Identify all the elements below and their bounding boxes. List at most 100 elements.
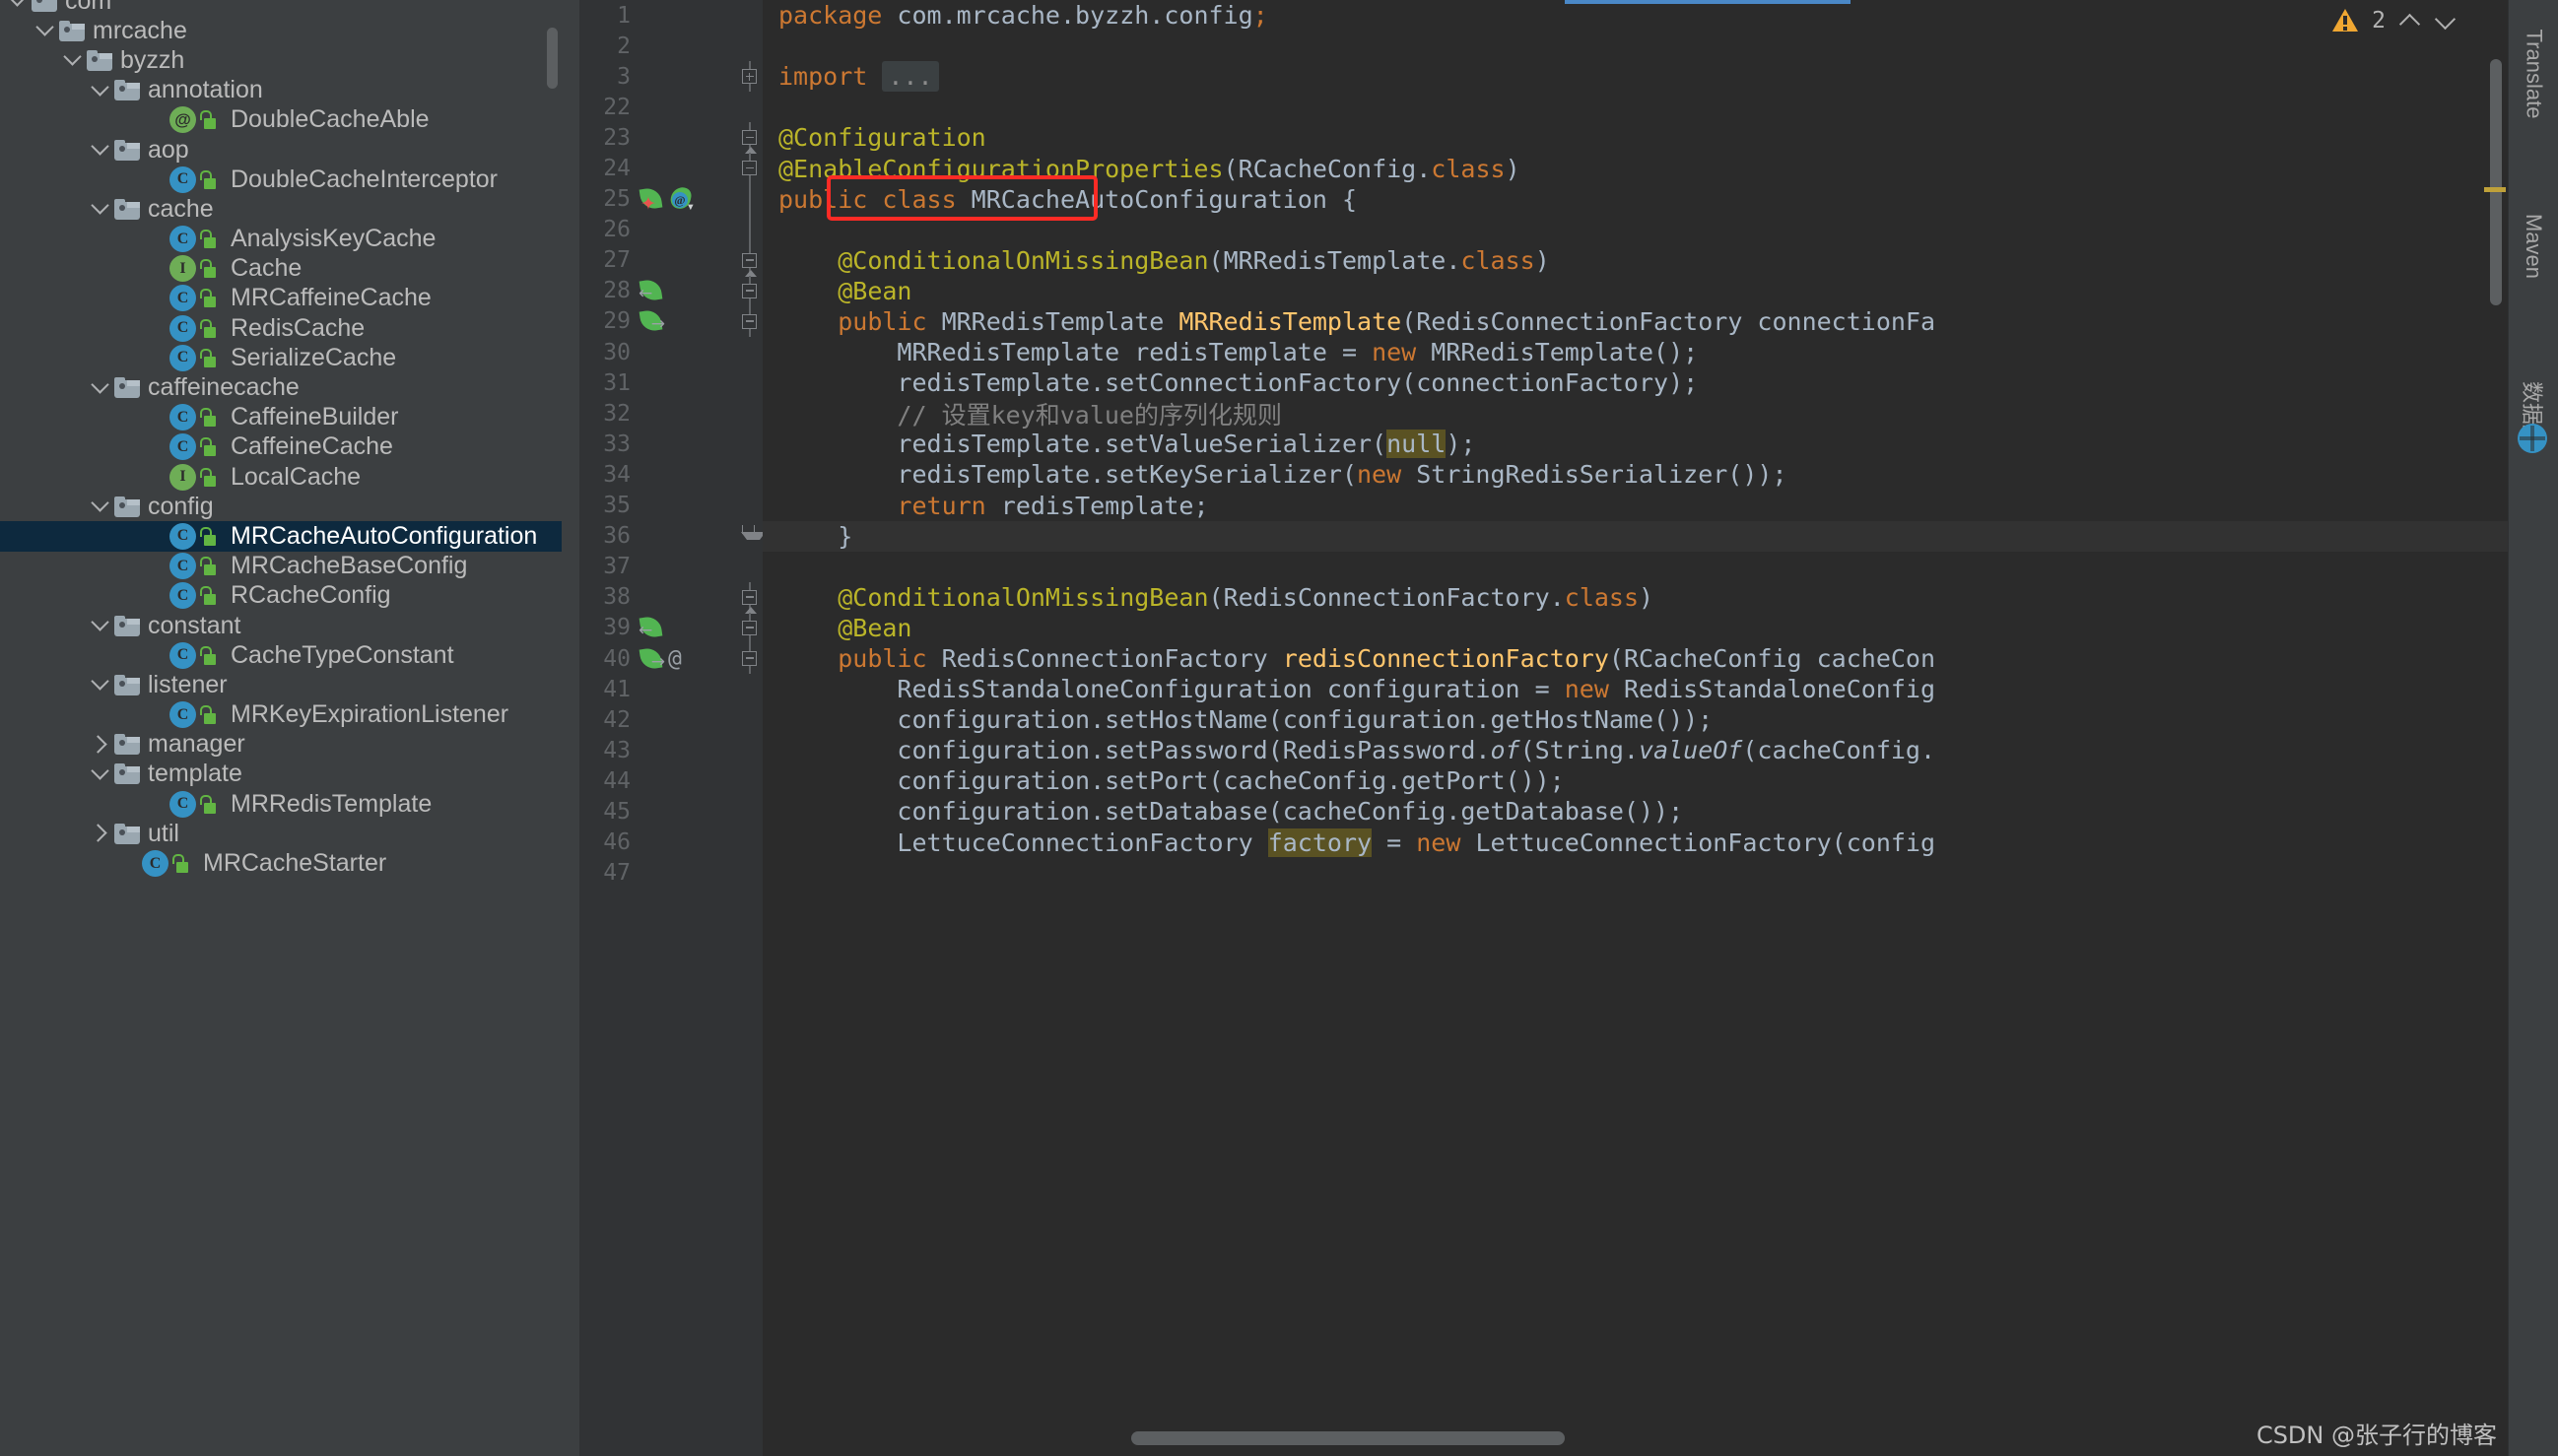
- tree-row[interactable]: C CaffeineCache: [0, 432, 562, 462]
- fold-cell[interactable]: [737, 429, 763, 459]
- fold-cell[interactable]: [737, 827, 763, 858]
- fold-cell[interactable]: [737, 0, 763, 31]
- code-line[interactable]: [763, 31, 2508, 61]
- right-tool-tab-translate[interactable]: Translate: [2509, 10, 2558, 138]
- fold-cell[interactable]: [737, 674, 763, 704]
- tree-row[interactable]: util: [0, 819, 562, 848]
- fold-cell[interactable]: [737, 92, 763, 122]
- tree-row[interactable]: C MRCacheBaseConfig: [0, 552, 562, 581]
- tree-twisty-right[interactable]: [89, 821, 114, 846]
- code-line[interactable]: configuration.setHostName(configuration.…: [763, 704, 2508, 735]
- tree-row[interactable]: C MRCacheStarter: [0, 848, 562, 878]
- tree-twisty-down[interactable]: [89, 494, 114, 519]
- tree-row[interactable]: C CaffeineBuilder: [0, 403, 562, 432]
- code-line[interactable]: [763, 215, 2508, 245]
- fold-cell[interactable]: [737, 337, 763, 367]
- spring-bean-icon[interactable]: ✦: [639, 186, 664, 214]
- fold-cell[interactable]: [737, 305, 763, 338]
- code-line[interactable]: redisTemplate.setKeySerializer(new Strin…: [763, 459, 2508, 490]
- line-number[interactable]: 1: [579, 3, 631, 29]
- code-line[interactable]: @EnableConfigurationProperties(RCacheCon…: [763, 153, 2508, 183]
- line-number[interactable]: 24: [579, 156, 631, 181]
- tree-row[interactable]: C AnalysisKeyCache: [0, 225, 562, 254]
- globe-icon[interactable]: [2518, 424, 2547, 453]
- spring-bean-navigate-left-icon[interactable]: ←: [639, 615, 664, 640]
- code-line[interactable]: @ConditionalOnMissingBean(RedisConnectio…: [763, 582, 2508, 613]
- tree-row[interactable]: caffeinecache: [0, 372, 562, 402]
- previous-problem-icon[interactable]: [2399, 10, 2421, 32]
- fold-cell[interactable]: [737, 552, 763, 582]
- editor-vertical-scrollbar[interactable]: [2490, 59, 2502, 305]
- tree-twisty-down[interactable]: [6, 0, 32, 14]
- line-number[interactable]: 3: [579, 64, 631, 90]
- fold-cell[interactable]: [737, 153, 763, 184]
- code-editor[interactable]: 1 2 3 22 23 24 25 ✦ @ ▾ 26 27 28 ← 29 → 30 31 32 33 34 35 36 37…: [579, 0, 2508, 1456]
- tree-twisty-down[interactable]: [89, 196, 114, 222]
- tree-row[interactable]: C MRRedisTemplate: [0, 789, 562, 819]
- fold-cell[interactable]: [737, 244, 763, 277]
- tree-twisty-down[interactable]: [89, 761, 114, 787]
- line-number[interactable]: 34: [579, 462, 631, 488]
- fold-cell[interactable]: [737, 214, 763, 245]
- tree-row[interactable]: manager: [0, 730, 562, 760]
- line-number[interactable]: 28: [579, 278, 631, 303]
- code-line[interactable]: @Bean: [763, 276, 2508, 306]
- inspection-widget[interactable]: 2: [2332, 8, 2457, 33]
- line-number[interactable]: 36: [579, 523, 631, 549]
- fold-cell[interactable]: [737, 704, 763, 735]
- fold-cell[interactable]: [737, 367, 763, 398]
- code-line[interactable]: [763, 858, 2508, 889]
- tree-row[interactable]: annotation: [0, 76, 562, 105]
- fold-cell[interactable]: [737, 491, 763, 521]
- fold-cell[interactable]: [737, 31, 763, 61]
- fold-cell[interactable]: [737, 858, 763, 889]
- tree-twisty-down[interactable]: [89, 137, 114, 163]
- line-number[interactable]: 31: [579, 370, 631, 396]
- fold-cell[interactable]: [737, 735, 763, 765]
- line-number[interactable]: 44: [579, 768, 631, 794]
- tree-twisty-down[interactable]: [61, 47, 87, 73]
- code-line[interactable]: @Bean: [763, 613, 2508, 643]
- tree-row[interactable]: C RCacheConfig: [0, 581, 562, 611]
- tree-row[interactable]: com: [0, 0, 562, 16]
- project-tree-list[interactable]: com mrcache byzzh annotation @ DoubleCacheAbl…: [0, 0, 562, 879]
- code-line[interactable]: package com.mrcache.byzzh.config;: [763, 0, 2508, 31]
- tree-row[interactable]: C DoubleCacheInterceptor: [0, 165, 562, 194]
- tree-twisty-down[interactable]: [89, 672, 114, 697]
- spring-autowired-dependency-icon[interactable]: @ ▾: [668, 185, 695, 214]
- tree-row[interactable]: C SerializeCache: [0, 343, 562, 372]
- spring-bean-navigate-left-icon[interactable]: ←: [639, 278, 664, 303]
- tree-row[interactable]: listener: [0, 670, 562, 699]
- tree-row[interactable]: @ DoubleCacheAble: [0, 105, 562, 135]
- code-line[interactable]: RedisStandaloneConfiguration configurati…: [763, 674, 2508, 704]
- tree-row[interactable]: constant: [0, 611, 562, 640]
- line-number[interactable]: 40: [579, 646, 631, 672]
- editor-horizontal-scrollbar-thumb[interactable]: [1131, 1431, 1565, 1445]
- code-line[interactable]: configuration.setDatabase(cacheConfig.ge…: [763, 796, 2508, 827]
- line-number[interactable]: 47: [579, 860, 631, 886]
- tree-row[interactable]: I Cache: [0, 254, 562, 284]
- line-number[interactable]: 22: [579, 95, 631, 120]
- fold-cell[interactable]: [737, 275, 763, 306]
- tree-row[interactable]: C MRKeyExpirationListener: [0, 700, 562, 730]
- editor-gutter[interactable]: 1 2 3 22 23 24 25 ✦ @ ▾ 26 27 28 ← 29 → 30 31 32 33 34 35 36 37…: [579, 0, 737, 1456]
- next-problem-icon[interactable]: [2435, 10, 2457, 32]
- fold-cell[interactable]: [737, 796, 763, 827]
- code-line[interactable]: return redisTemplate;: [763, 491, 2508, 521]
- spring-bean-navigate-right-icon[interactable]: →: [639, 308, 665, 334]
- error-stripe-mark[interactable]: [2484, 187, 2506, 192]
- line-number[interactable]: 33: [579, 431, 631, 457]
- code-line[interactable]: [763, 92, 2508, 122]
- tree-row[interactable]: I LocalCache: [0, 462, 562, 492]
- code-line[interactable]: configuration.setPassword(RedisPassword.…: [763, 735, 2508, 765]
- line-number[interactable]: 46: [579, 829, 631, 855]
- editor-code-area[interactable]: package com.mrcache.byzzh.config; import …: [763, 0, 2508, 1456]
- fold-cell[interactable]: [737, 61, 763, 93]
- code-line[interactable]: redisTemplate.setConnectionFactory(conne…: [763, 367, 2508, 398]
- fold-cell[interactable]: [737, 612, 763, 643]
- tree-row[interactable]: template: [0, 760, 562, 789]
- code-line[interactable]: @ConditionalOnMissingBean(MRRedisTemplat…: [763, 245, 2508, 276]
- spring-bean-navigate-right-icon[interactable]: →: [639, 646, 665, 672]
- line-number[interactable]: 45: [579, 799, 631, 825]
- code-line[interactable]: public class MRCacheAutoConfiguration {: [763, 184, 2508, 215]
